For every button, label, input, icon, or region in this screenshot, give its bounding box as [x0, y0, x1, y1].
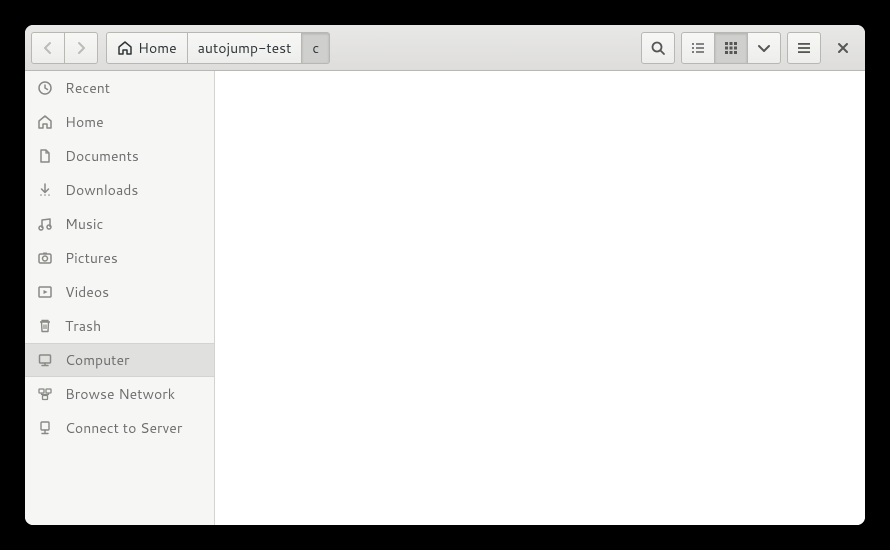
sidebar-item-videos[interactable]: Videos	[25, 275, 214, 309]
chevron-left-icon	[40, 40, 56, 56]
path-segment[interactable]: autojump-test	[188, 32, 303, 64]
forward-button[interactable]	[65, 32, 98, 64]
sidebar-item-label: Trash	[65, 316, 101, 336]
sidebar-item-label: Music	[65, 214, 103, 234]
computer-icon	[37, 352, 53, 368]
sidebar-item-label: Browse Network	[65, 384, 175, 404]
pathbar: Home autojump-test c	[106, 32, 330, 64]
home-icon	[117, 40, 133, 56]
search-button[interactable]	[641, 32, 675, 64]
content-area: Recent Home Documents Downloads Music Pi	[25, 71, 865, 525]
sidebar-item-connect-server[interactable]: Connect to Server	[25, 411, 214, 445]
view-switcher	[681, 32, 781, 64]
close-button[interactable]	[827, 32, 859, 64]
sidebar-item-network[interactable]: Browse Network	[25, 377, 214, 411]
network-icon	[37, 386, 53, 402]
trash-icon	[37, 318, 53, 334]
sidebar-item-music[interactable]: Music	[25, 207, 214, 241]
download-icon	[37, 182, 53, 198]
document-icon	[37, 148, 53, 164]
grid-view-icon	[723, 40, 739, 56]
path-segment-label: c	[312, 38, 319, 58]
grid-view-button[interactable]	[715, 32, 748, 64]
server-icon	[37, 420, 53, 436]
recent-icon	[37, 80, 53, 96]
sidebar-item-downloads[interactable]: Downloads	[25, 173, 214, 207]
sidebar-item-label: Pictures	[65, 248, 118, 268]
sidebar-item-label: Documents	[65, 146, 139, 166]
back-button[interactable]	[31, 32, 65, 64]
hamburger-icon	[796, 40, 812, 56]
folder-view[interactable]	[215, 71, 865, 525]
sidebar-item-label: Connect to Server	[65, 418, 182, 438]
sidebar-item-label: Downloads	[65, 180, 138, 200]
home-icon	[37, 114, 53, 130]
hamburger-menu-button[interactable]	[787, 32, 821, 64]
view-options-button[interactable]	[748, 32, 781, 64]
file-manager-window: Home autojump-test c	[25, 25, 865, 525]
close-icon	[835, 40, 851, 56]
sidebar-item-documents[interactable]: Documents	[25, 139, 214, 173]
chevron-down-icon	[756, 40, 772, 56]
sidebar-item-label: Videos	[65, 282, 109, 302]
chevron-right-icon	[73, 40, 89, 56]
sidebar-item-home[interactable]: Home	[25, 105, 214, 139]
nav-buttons	[31, 32, 98, 64]
search-icon	[650, 40, 666, 56]
path-segment-label: Home	[138, 38, 177, 58]
sidebar-item-pictures[interactable]: Pictures	[25, 241, 214, 275]
list-view-button[interactable]	[681, 32, 715, 64]
places-sidebar: Recent Home Documents Downloads Music Pi	[25, 71, 215, 525]
sidebar-item-recent[interactable]: Recent	[25, 71, 214, 105]
music-icon	[37, 216, 53, 232]
path-segment-current[interactable]: c	[302, 32, 330, 64]
sidebar-item-label: Recent	[65, 78, 110, 98]
sidebar-item-label: Home	[65, 112, 104, 132]
videos-icon	[37, 284, 53, 300]
headerbar: Home autojump-test c	[25, 25, 865, 71]
sidebar-item-computer[interactable]: Computer	[25, 343, 214, 377]
sidebar-item-trash[interactable]: Trash	[25, 309, 214, 343]
sidebar-item-label: Computer	[65, 350, 129, 370]
list-view-icon	[690, 40, 706, 56]
path-segment-home[interactable]: Home	[106, 32, 188, 64]
pictures-icon	[37, 250, 53, 266]
path-segment-label: autojump-test	[198, 38, 292, 58]
